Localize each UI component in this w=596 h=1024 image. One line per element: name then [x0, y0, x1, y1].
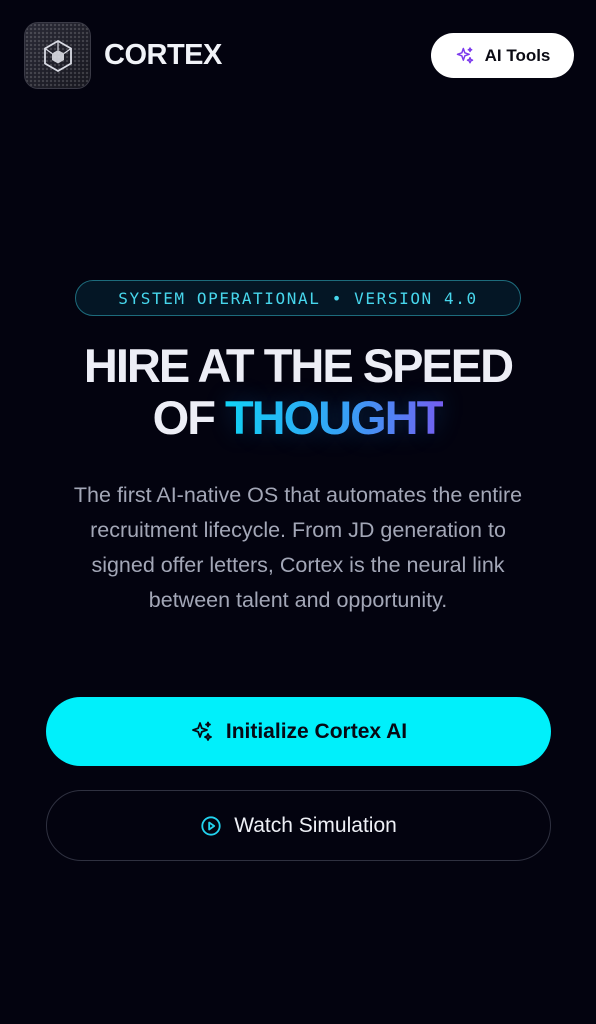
ai-tools-label: AI Tools: [484, 45, 551, 65]
watch-simulation-button[interactable]: Watch Simulation: [46, 790, 551, 861]
sparkles-icon: [190, 720, 214, 744]
logo[interactable]: [24, 22, 91, 89]
initialize-cortex-button[interactable]: Initialize Cortex AI: [46, 697, 551, 766]
ai-tools-button[interactable]: AI Tools: [431, 33, 574, 78]
play-circle-icon: [200, 815, 222, 837]
initialize-cortex-label: Initialize Cortex AI: [225, 719, 408, 743]
headline-line-2: OF THOUGHT: [0, 392, 596, 444]
watch-simulation-label: Watch Simulation: [234, 813, 397, 837]
sparkles-icon: [455, 46, 475, 66]
landing-page: CORTEX AI Tools SYSTEM OPERATIONAL • VER…: [0, 0, 596, 1024]
headline-prefix: OF: [152, 391, 225, 444]
headline-line-1: HIRE AT THE SPEED: [83, 339, 514, 392]
brand-name: CORTEX: [104, 39, 222, 71]
status-badge: SYSTEM OPERATIONAL • VERSION 4.0: [75, 280, 521, 316]
top-header: CORTEX AI Tools: [0, 0, 596, 110]
hexagon-cube-icon: [41, 39, 75, 73]
headline-accent: THOUGHT: [224, 391, 445, 444]
hero-description: The first AI-native OS that automates th…: [73, 483, 523, 612]
hero-headline: HIRE AT THE SPEED OF THOUGHT: [0, 340, 596, 444]
